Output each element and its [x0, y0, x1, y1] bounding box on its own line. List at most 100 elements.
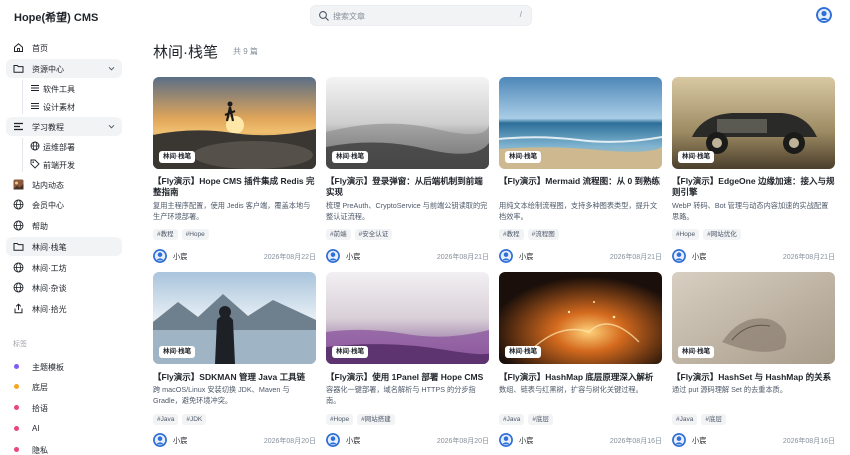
- sidebar-item-help[interactable]: 帮助: [6, 216, 122, 235]
- author-avatar[interactable]: [326, 433, 340, 447]
- article-desc: 复用主程序配置，使用 Jedis 客户端，覆盖本地与生产环境部署。: [153, 201, 311, 221]
- article-card[interactable]: 林间·栈笔 【Fly演示】HashMap 底层原理深入解析 数组、链表与红黑树，…: [499, 272, 662, 454]
- author-name[interactable]: 小宸: [692, 252, 706, 262]
- article-title[interactable]: 【Fly演示】使用 1Panel 部署 Hope CMS: [326, 372, 489, 383]
- chevron-down-icon[interactable]: [107, 64, 116, 73]
- globe-icon: [13, 262, 24, 273]
- sidebar-item-label: 林间·栈笔: [32, 243, 67, 252]
- article-tag[interactable]: #网站搭建: [357, 414, 395, 425]
- publish-date: 2026年08月20日: [436, 438, 489, 445]
- folder-icon: [13, 243, 24, 251]
- article-card[interactable]: 林间·栈笔 【Fly演示】Hope CMS 插件集成 Redis 完整指南 复用…: [153, 77, 316, 263]
- category-badge[interactable]: 林间·栈笔: [332, 346, 369, 358]
- tree-line: [22, 138, 23, 172]
- article-card[interactable]: 林间·栈笔 【Fly演示】SDKMAN 管理 Java 工具链 跨 macOS/…: [153, 272, 316, 454]
- article-desc: 通过 put 源码理解 Set 的去重本质。: [672, 385, 788, 394]
- publish-date: 2026年08月16日: [782, 438, 835, 445]
- article-title[interactable]: 【Fly演示】Hope CMS 插件集成 Redis 完整指南: [153, 176, 316, 198]
- article-count: 共 9 篇: [233, 47, 258, 56]
- publish-date: 2026年08月21日: [609, 254, 662, 261]
- search-box[interactable]: /: [310, 5, 532, 26]
- article-tag[interactable]: #前端: [326, 229, 351, 240]
- chevron-down-icon[interactable]: [107, 122, 116, 131]
- author-name[interactable]: 小宸: [173, 252, 187, 262]
- sidebar-item-linjian-gongfang[interactable]: 林间·工坊: [6, 258, 122, 277]
- user-avatar[interactable]: [816, 7, 832, 23]
- category-badge[interactable]: 林间·栈笔: [505, 151, 542, 163]
- sidebar-item-label: 帮助: [32, 222, 48, 231]
- author-name[interactable]: 小宸: [692, 436, 706, 446]
- home-icon: [14, 43, 23, 52]
- author-name[interactable]: 小宸: [346, 436, 360, 446]
- article-title[interactable]: 【Fly演示】HashSet 与 HashMap 的关系: [672, 372, 835, 383]
- author-avatar[interactable]: [672, 433, 686, 447]
- author-name[interactable]: 小宸: [173, 436, 187, 446]
- article-tag[interactable]: #底层: [701, 414, 726, 425]
- article-tag[interactable]: #Java: [499, 414, 525, 425]
- sidebar-item-label: 林间·杂谈: [32, 284, 67, 293]
- article-card[interactable]: 林间·栈笔 【Fly演示】EdgeOne 边缘加速：接入与规则引擎 WebP 转…: [672, 77, 835, 263]
- article-tag[interactable]: #底层: [528, 414, 553, 425]
- author-avatar[interactable]: [499, 249, 513, 263]
- sidebar-item-label: 站内动态: [32, 181, 64, 190]
- sidebar-item-resource-center[interactable]: 资源中心: [6, 59, 122, 78]
- article-title[interactable]: 【Fly演示】EdgeOne 边缘加速：接入与规则引擎: [672, 176, 835, 198]
- author-avatar[interactable]: [499, 433, 513, 447]
- sidebar-item-linjian-zatan[interactable]: 林间·杂谈: [6, 278, 122, 297]
- sidebar-item-linjian-shiguang[interactable]: 林间·拾光: [6, 299, 122, 318]
- publish-date: 2026年08月21日: [782, 254, 835, 261]
- article-tag[interactable]: #Hope: [672, 229, 700, 240]
- site-logo[interactable]: Hope(希望) CMS: [14, 9, 98, 25]
- sidebar-item-member-center[interactable]: 会员中心: [6, 195, 122, 214]
- article-title[interactable]: 【Fly演示】登录弹窗：从后端机制到前端实现: [326, 176, 489, 198]
- author-avatar[interactable]: [153, 249, 167, 263]
- sidebar-item-label: 前端开发: [43, 161, 75, 170]
- article-card[interactable]: 林间·栈笔 【Fly演示】使用 1Panel 部署 Hope CMS 容器化一键…: [326, 272, 489, 454]
- article-tag[interactable]: #流程图: [527, 229, 559, 240]
- article-card[interactable]: 林间·栈笔 【Fly演示】登录弹窗：从后端机制到前端实现 梳理 PreAuth、…: [326, 77, 489, 263]
- article-card[interactable]: 林间·栈笔 【Fly演示】HashSet 与 HashMap 的关系 通过 pu…: [672, 272, 835, 454]
- article-tag[interactable]: #教程: [153, 229, 178, 240]
- category-badge[interactable]: 林间·栈笔: [159, 346, 196, 358]
- author-avatar[interactable]: [153, 433, 167, 447]
- article-tag[interactable]: #教程: [499, 229, 524, 240]
- article-title[interactable]: 【Fly演示】SDKMAN 管理 Java 工具链: [153, 372, 316, 383]
- sidebar-item-label: 会员中心: [32, 201, 64, 210]
- author-avatar[interactable]: [326, 249, 340, 263]
- sidebar-item-site-news[interactable]: 站内动态: [6, 175, 122, 194]
- sidebar-item-linjian-zhanbi[interactable]: 林间·栈笔: [6, 237, 122, 256]
- menu-icon: [14, 122, 23, 131]
- article-title[interactable]: 【Fly演示】HashMap 底层原理深入解析: [499, 372, 662, 383]
- sidebar-item-home[interactable]: 首页: [6, 38, 122, 57]
- sidebar-item-tutorials[interactable]: 学习教程: [6, 117, 122, 136]
- search-input[interactable]: [333, 9, 503, 23]
- article-title[interactable]: 【Fly演示】Mermaid 流程图：从 0 到熟练: [499, 176, 662, 187]
- article-card[interactable]: 林间·栈笔 【Fly演示】Mermaid 流程图：从 0 到熟练 用纯文本绘制流…: [499, 77, 662, 263]
- list-icon: [31, 85, 39, 91]
- category-badge[interactable]: 林间·栈笔: [159, 151, 196, 163]
- tag-label: AI: [32, 424, 40, 433]
- article-tag[interactable]: #Hope: [181, 229, 209, 240]
- article-tag[interactable]: #网站优化: [703, 229, 741, 240]
- tag-dot: [14, 447, 19, 452]
- article-tag[interactable]: #Hope: [326, 414, 354, 425]
- author-name[interactable]: 小宸: [346, 252, 360, 262]
- folder-icon: [13, 65, 24, 73]
- list-icon: [31, 103, 39, 109]
- article-tag[interactable]: #安全认证: [354, 229, 393, 240]
- author-avatar[interactable]: [672, 249, 686, 263]
- tags-section-label: 标签: [13, 341, 27, 348]
- sidebar-item-label: 林间·拾光: [32, 305, 67, 314]
- author-name[interactable]: 小宸: [519, 252, 533, 262]
- article-tag[interactable]: #JDK: [182, 414, 207, 425]
- sidebar-item-label: 资源中心: [32, 65, 64, 74]
- article-tags: #教程 #流程图: [499, 229, 563, 241]
- article-tag[interactable]: #Java: [153, 414, 179, 425]
- category-badge[interactable]: 林间·栈笔: [678, 346, 715, 358]
- category-badge[interactable]: 林间·栈笔: [505, 346, 542, 358]
- author-name[interactable]: 小宸: [519, 436, 533, 446]
- category-badge[interactable]: 林间·栈笔: [332, 151, 369, 163]
- category-badge[interactable]: 林间·栈笔: [678, 151, 715, 163]
- search-icon: [319, 11, 329, 21]
- article-tag[interactable]: #Java: [672, 414, 698, 425]
